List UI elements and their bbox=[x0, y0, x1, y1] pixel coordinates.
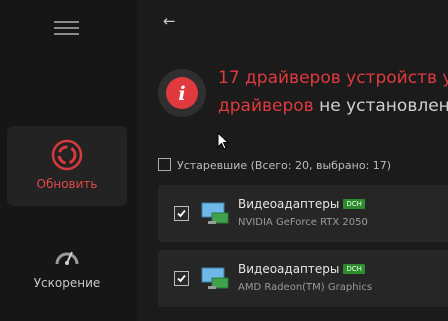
alert-subtitle-rest: не установлен bbox=[313, 96, 448, 116]
monitor-icon bbox=[201, 267, 229, 289]
monitor-icon bbox=[201, 202, 229, 224]
outdated-group-header[interactable]: Устаревшие (Всего: 20, выбрано: 17) bbox=[158, 158, 391, 172]
mouse-cursor-icon bbox=[217, 132, 229, 150]
alert-icon: i bbox=[158, 69, 206, 117]
alert-subtitle-highlight: драйверов bbox=[218, 96, 314, 116]
driver-checkbox[interactable] bbox=[174, 206, 189, 221]
sidebar-item-boost[interactable]: Ускорение bbox=[7, 236, 127, 316]
main-panel: ← i 17 драйверов устройств у драйверов н… bbox=[137, 0, 448, 321]
alert-subtitle: драйверов не установлен bbox=[218, 96, 448, 116]
back-arrow-icon[interactable]: ← bbox=[163, 12, 176, 30]
driver-checkbox[interactable] bbox=[174, 271, 189, 286]
sidebar: Обновить Ускорение bbox=[0, 0, 137, 321]
driver-device-name: NVIDIA GeForce RTX 2050 bbox=[238, 217, 368, 228]
dch-badge: DCH bbox=[343, 264, 365, 274]
driver-category: Видеоадаптеры DCH bbox=[238, 197, 365, 211]
sidebar-item-label: Обновить bbox=[36, 177, 98, 191]
driver-category: Видеоадаптеры DCH bbox=[238, 262, 365, 276]
svg-text:i: i bbox=[178, 83, 185, 105]
driver-device-name: AMD Radeon(TM) Graphics bbox=[238, 282, 373, 293]
list-item[interactable]: Видеоадаптеры DCH NVIDIA GeForce RTX 2050 bbox=[158, 185, 448, 242]
sidebar-item-label: Ускорение bbox=[33, 276, 101, 290]
refresh-icon bbox=[51, 139, 83, 171]
sidebar-item-update[interactable]: Обновить bbox=[7, 126, 127, 206]
dch-badge: DCH bbox=[343, 199, 365, 209]
group-label: Устаревшие (Всего: 20, выбрано: 17) bbox=[177, 159, 392, 172]
alert-title: 17 драйверов устройств у bbox=[218, 68, 448, 88]
menu-icon[interactable] bbox=[54, 21, 79, 36]
group-checkbox[interactable] bbox=[158, 158, 171, 171]
speedometer-icon bbox=[55, 251, 79, 265]
list-item[interactable]: Видеоадаптеры DCH AMD Radeon(TM) Graphics bbox=[158, 250, 448, 307]
